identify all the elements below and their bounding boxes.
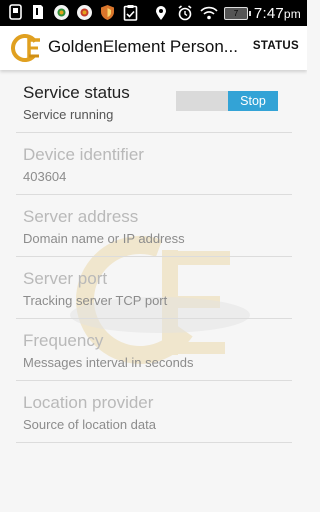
pref-title: Service status xyxy=(23,83,130,102)
pref-summary: 403604 xyxy=(23,169,67,184)
pref-title: Device identifier xyxy=(23,145,144,164)
clock-time: 7:47 xyxy=(253,4,284,22)
pref-summary: Messages interval in seconds xyxy=(23,355,194,370)
pref-frequency: Frequency Messages interval in seconds xyxy=(16,318,292,381)
battery-icon: 7 xyxy=(223,6,251,20)
badge-icon xyxy=(75,3,93,21)
app-title: GoldenElement Person... xyxy=(48,37,238,56)
pref-server-port: Server port Tracking server TCP port xyxy=(16,256,292,319)
wifi-icon xyxy=(200,4,218,22)
sim-card-icon xyxy=(6,3,24,21)
battery-level: 7 xyxy=(233,8,239,18)
pref-device-identifier: Device identifier 403604 xyxy=(16,132,292,195)
settings-list: Service status Service running Stop Devi… xyxy=(0,70,307,512)
clock: 7:47pm xyxy=(254,5,301,22)
clock-suffix: pm xyxy=(283,6,301,21)
app-bar: GoldenElement Person... STATUS xyxy=(0,26,307,70)
shield-icon xyxy=(98,3,116,21)
pref-summary: Domain name or IP address xyxy=(23,231,185,246)
screen: 7 7:47pm GoldenElement Person... STATUS … xyxy=(0,0,307,512)
pref-summary: Service running xyxy=(23,107,114,122)
pref-location-provider: Location provider Source of location dat… xyxy=(16,380,292,443)
pref-title: Frequency xyxy=(23,331,104,350)
status-bar: 7 7:47pm xyxy=(0,0,307,26)
location-icon xyxy=(152,4,170,22)
pref-title: Location provider xyxy=(23,393,154,412)
notification-icons xyxy=(6,3,139,21)
pref-title: Server address xyxy=(23,207,139,226)
pref-title: Server port xyxy=(23,269,108,288)
pref-server-address: Server address Domain name or IP address xyxy=(16,194,292,257)
service-toggle[interactable]: Stop xyxy=(176,91,278,111)
pref-service-status[interactable]: Service status Service running Stop xyxy=(16,70,292,133)
clipboard-icon xyxy=(121,3,139,21)
pref-summary: Tracking server TCP port xyxy=(23,293,168,308)
pref-summary: Source of location data xyxy=(23,417,156,432)
sd-card-icon xyxy=(29,3,47,21)
alarm-icon xyxy=(176,4,194,22)
system-icons: 7 7:47pm xyxy=(152,3,301,23)
app-logo-icon xyxy=(11,34,40,62)
service-toggle-stop[interactable]: Stop xyxy=(228,91,278,111)
badge-icon xyxy=(52,3,70,21)
status-button[interactable]: STATUS xyxy=(253,40,299,52)
